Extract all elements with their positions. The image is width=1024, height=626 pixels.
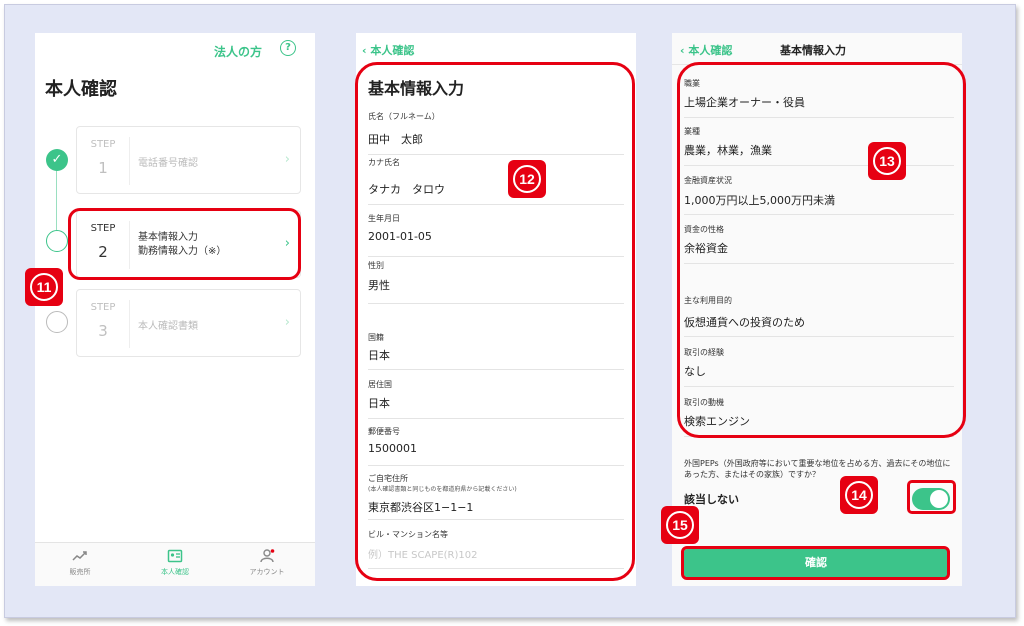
- tab-label: アカウント: [249, 568, 285, 576]
- account-icon: [227, 549, 307, 565]
- peps-value: 該当しない: [684, 493, 739, 506]
- back-button[interactable]: ‹ 本人確認: [362, 42, 414, 58]
- screen-identity-verification: 法人の方 ? 本人確認 ✓ STEP 1 電話番号確認 › STEP 2 基本情…: [35, 33, 315, 586]
- tab-label: 販売所: [69, 568, 91, 576]
- step-number: 3: [98, 322, 108, 340]
- annotation-badge-15: 15: [661, 506, 699, 544]
- highlight-form-2: [677, 62, 966, 438]
- highlight-confirm: [681, 546, 950, 580]
- corporate-link[interactable]: 法人の方: [214, 43, 262, 60]
- badge-number: 14: [845, 481, 873, 509]
- tab-bar: 販売所 本人確認 アカウント: [35, 542, 315, 586]
- divider: [129, 300, 130, 348]
- badge-number: 11: [30, 273, 58, 301]
- divider: [129, 137, 130, 185]
- peps-question: 外国PEPs（外国政府等において重要な地位を占める方、過去にその地位にあった方、…: [684, 459, 951, 479]
- step-connector: [56, 170, 57, 230]
- badge-number: 12: [513, 165, 541, 193]
- step-title: 電話番号確認: [138, 158, 198, 169]
- page-title: 基本情報入力: [780, 44, 846, 57]
- highlight-form-1: [355, 62, 635, 581]
- step-indicator-pending: [46, 311, 68, 333]
- annotation-badge-11: 11: [25, 268, 63, 306]
- step-card-3[interactable]: STEP 3 本人確認書類 ›: [76, 289, 301, 357]
- chevron-right-icon: ›: [284, 315, 290, 330]
- chevron-right-icon: ›: [284, 152, 290, 167]
- tab-exchange[interactable]: 販売所: [40, 549, 120, 577]
- highlight-step2: [68, 208, 301, 280]
- step-label: STEP: [90, 139, 116, 150]
- step-number: 1: [98, 159, 108, 177]
- tab-account[interactable]: アカウント: [227, 549, 307, 577]
- id-card-icon: [135, 549, 215, 565]
- annotation-badge-14: 14: [840, 476, 878, 514]
- page-title: 本人確認: [45, 79, 117, 100]
- badge-number: 15: [666, 511, 694, 539]
- highlight-toggle: [907, 480, 956, 514]
- check-icon: ✓: [46, 149, 68, 171]
- badge-number: 13: [873, 147, 901, 175]
- tab-identity[interactable]: 本人確認: [135, 549, 215, 577]
- step-card-1[interactable]: STEP 1 電話番号確認 ›: [76, 126, 301, 194]
- chart-icon: [40, 549, 120, 565]
- step-title: 本人確認書類: [138, 321, 198, 332]
- back-label: 本人確認: [370, 44, 415, 57]
- step-label: STEP: [90, 302, 116, 313]
- back-label: 本人確認: [688, 44, 733, 57]
- annotation-badge-12: 12: [508, 160, 546, 198]
- annotation-badge-13: 13: [868, 142, 906, 180]
- header: ‹ 本人確認 基本情報入力: [672, 33, 962, 65]
- help-icon[interactable]: ?: [280, 40, 296, 56]
- step-indicator-current: [46, 230, 68, 252]
- tab-label: 本人確認: [161, 568, 189, 576]
- back-button[interactable]: ‹ 本人確認: [680, 42, 732, 58]
